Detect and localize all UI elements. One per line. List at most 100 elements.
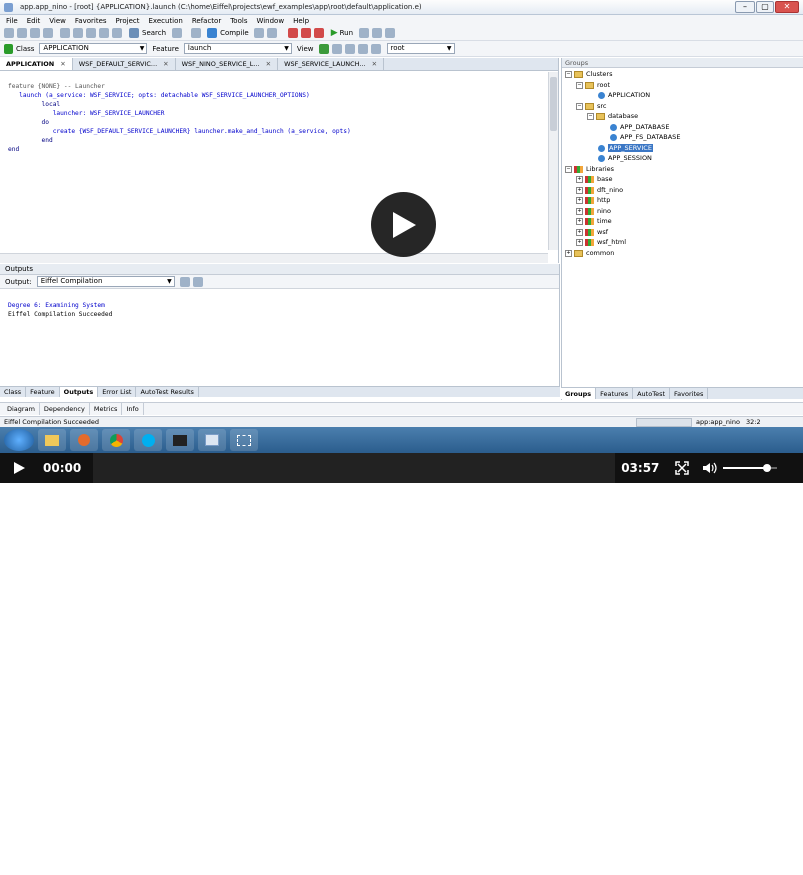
search-button[interactable]: Search — [129, 28, 166, 38]
tab-info[interactable]: Info — [122, 403, 144, 415]
tab-wsf-nino-service[interactable]: WSF_NINO_SERVICE_L... ✕ — [176, 58, 279, 70]
editor-horizontal-scrollbar[interactable] — [0, 253, 548, 263]
expand-icon[interactable]: + — [576, 238, 583, 246]
collapse-icon[interactable]: − — [576, 102, 583, 110]
text-view-icon[interactable] — [318, 43, 329, 54]
tree-item-database[interactable]: − database — [587, 112, 638, 120]
tree-item-time[interactable]: + time — [576, 217, 612, 225]
terminal-icon[interactable] — [166, 429, 194, 451]
scrollbar-thumb[interactable] — [550, 77, 557, 131]
clock-time[interactable]: 11:35 — [762, 857, 781, 865]
class-field[interactable]: APPLICATION ▼ — [39, 43, 148, 54]
tree-item-app-database[interactable]: APP_DATABASE — [610, 123, 669, 131]
menu-refactor[interactable]: Refactor — [192, 17, 221, 25]
eiffelstudio-icon[interactable] — [198, 429, 226, 451]
menu-execution[interactable]: Execution — [148, 17, 182, 25]
tree-item-app-service[interactable]: APP_SERVICE — [598, 144, 653, 152]
menu-edit[interactable]: Edit — [27, 17, 41, 25]
expand-icon[interactable]: + — [576, 228, 583, 236]
menu-project[interactable]: Project — [116, 17, 140, 25]
collapse-icon[interactable]: − — [565, 70, 572, 78]
save-output-icon[interactable] — [179, 276, 190, 287]
media-player-icon[interactable] — [70, 429, 98, 451]
contract-view-icon[interactable] — [344, 43, 355, 54]
info-icon[interactable] — [253, 28, 264, 38]
big-play-button[interactable] — [371, 192, 436, 257]
close-icon[interactable]: ✕ — [372, 60, 377, 68]
interface-view-icon[interactable] — [357, 43, 368, 54]
tab-favorites[interactable]: Favorites — [670, 388, 709, 399]
collapse-icon[interactable]: − — [587, 112, 594, 120]
tree-item-libraries[interactable]: − Libraries — [565, 165, 614, 173]
finalize-icon[interactable] — [266, 28, 277, 38]
tab-autotest[interactable]: AutoTest — [633, 388, 671, 399]
step-over-icon[interactable] — [372, 28, 383, 38]
step-out-icon[interactable] — [385, 28, 396, 38]
clock-date[interactable]: 28/11/2013 — [752, 867, 789, 875]
explorer-icon[interactable] — [38, 429, 66, 451]
feature-field[interactable]: launch ▼ — [183, 43, 292, 54]
expand-icon[interactable]: + — [565, 249, 572, 257]
tree-item-nino[interactable]: + nino — [576, 207, 611, 215]
tab-groups[interactable]: Groups — [561, 388, 597, 399]
volume-knob[interactable] — [762, 464, 771, 472]
collapse-icon[interactable]: − — [565, 165, 572, 173]
maximize-button[interactable]: ▢ — [756, 1, 774, 13]
compile-button[interactable]: Compile — [207, 28, 249, 38]
ancestors-view-icon[interactable] — [370, 43, 381, 54]
tree-item-http[interactable]: + http — [576, 196, 610, 204]
code-area[interactable]: feature {NONE} -- Launcher launch (a_ser… — [0, 71, 558, 172]
tab-class[interactable]: Class — [0, 387, 27, 397]
tab-features[interactable]: Features — [596, 388, 634, 399]
tab-autotest-results[interactable]: AutoTest Results — [136, 387, 199, 397]
stop-icon[interactable] — [287, 28, 298, 38]
menu-view[interactable]: View — [49, 17, 66, 25]
tab-outputs[interactable]: Outputs — [59, 387, 99, 397]
new-file-icon[interactable] — [4, 28, 14, 38]
print-icon[interactable] — [172, 28, 183, 38]
find-icon[interactable] — [192, 276, 203, 287]
tab-dependency[interactable]: Dependency — [40, 403, 90, 415]
tree-item-app-session[interactable]: APP_SESSION — [598, 154, 652, 162]
collapse-icon[interactable]: − — [576, 81, 583, 89]
tree-item-clusters[interactable]: − Clusters — [565, 70, 612, 78]
tab-metrics[interactable]: Metrics — [90, 403, 123, 415]
save-all-icon[interactable] — [43, 28, 53, 38]
flat-view-icon[interactable] — [331, 43, 342, 54]
tab-error-list[interactable]: Error List — [98, 387, 137, 397]
tree-item-common[interactable]: + common — [565, 249, 614, 257]
view-field[interactable]: root ▼ — [386, 43, 455, 54]
volume-icon[interactable] — [703, 462, 718, 474]
tree-item-dft-nino[interactable]: + dft_nino — [576, 186, 623, 194]
tree-item-wsf-html[interactable]: + wsf_html — [576, 238, 626, 246]
tab-wsf-service-launcher[interactable]: WSF_SERVICE_LAUNCH... ✕ — [278, 58, 385, 70]
close-icon[interactable]: ✕ — [266, 60, 271, 68]
close-icon[interactable]: ✕ — [60, 60, 65, 68]
tree-item-root[interactable]: − root — [576, 81, 610, 89]
tree-item-src[interactable]: − src — [576, 102, 607, 110]
skype-icon[interactable] — [134, 429, 162, 451]
start-button[interactable] — [4, 429, 34, 451]
run-button[interactable]: ▶ Run — [331, 28, 353, 38]
fullscreen-icon[interactable] — [675, 461, 690, 475]
expand-icon[interactable]: + — [576, 196, 583, 204]
diagram-icon[interactable] — [191, 28, 202, 38]
cut-icon[interactable] — [86, 28, 96, 38]
menu-window[interactable]: Window — [256, 17, 284, 25]
expand-icon[interactable]: + — [576, 175, 583, 183]
close-button[interactable]: ✕ — [775, 1, 799, 13]
output-select[interactable]: Eiffel Compilation ▼ — [36, 276, 175, 287]
tree-item-base[interactable]: + base — [576, 175, 613, 183]
seek-bar[interactable] — [93, 453, 616, 483]
step-into-icon[interactable] — [359, 28, 370, 38]
tree-item-app-fs-database[interactable]: APP_FS_DATABASE — [610, 133, 680, 141]
back-icon[interactable] — [4, 43, 13, 54]
expand-icon[interactable]: + — [576, 217, 583, 225]
minimize-button[interactable]: – — [735, 1, 755, 13]
tree-item-wsf[interactable]: + wsf — [576, 228, 608, 236]
volume-slider[interactable] — [723, 464, 778, 472]
menu-tools[interactable]: Tools — [230, 17, 247, 25]
tree-item-application[interactable]: APPLICATION — [598, 91, 650, 99]
copy-icon[interactable] — [99, 28, 109, 38]
menu-favorites[interactable]: Favorites — [75, 17, 107, 25]
